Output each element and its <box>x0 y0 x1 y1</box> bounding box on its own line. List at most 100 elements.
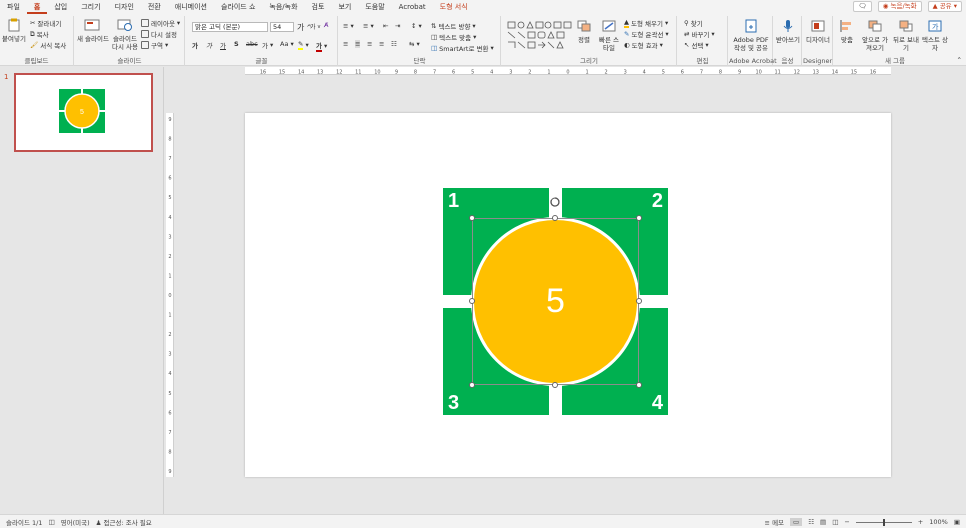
shape-outline-button[interactable]: ✎ 도형 윤곽선 ▾ <box>624 29 669 39</box>
bullets-button[interactable]: ≡ ▾ <box>343 22 354 30</box>
cut-button[interactable]: ✂ 잘라내기 <box>30 18 61 28</box>
decrease-indent-button[interactable]: ⇤ <box>383 22 388 30</box>
smartart-button[interactable]: ◫ SmartArt로 변환 ▾ <box>431 43 494 53</box>
font-size-field[interactable]: 54 <box>270 22 294 32</box>
resize-handle-w[interactable] <box>469 298 475 304</box>
paste-button[interactable]: 붙여넣기 <box>2 18 26 43</box>
resize-handle-s[interactable] <box>552 382 558 388</box>
increase-indent-button[interactable]: ⇥ <box>395 22 400 30</box>
font-shrink-button[interactable]: 가v <box>310 22 321 32</box>
resize-handle-e[interactable] <box>636 298 642 304</box>
char-spacing-button[interactable]: 가 ▾ <box>262 40 273 50</box>
section-button[interactable]: 구역 ▾ <box>141 40 168 50</box>
language-indicator[interactable]: 영어(미국) <box>61 517 90 527</box>
text-direction-button[interactable]: ⇅ 텍스트 방향 ▾ <box>431 21 476 31</box>
arrange-button[interactable]: 정렬 <box>576 19 592 44</box>
tab-12[interactable]: Acrobat <box>392 0 433 14</box>
h-ruler-tick: 8 <box>719 70 722 76</box>
resize-handle-nw[interactable] <box>469 215 475 221</box>
zoom-in-button[interactable]: + <box>918 518 923 526</box>
fit-to-window-button[interactable]: ▣ <box>954 518 960 526</box>
reset-button[interactable]: 다시 설정 <box>141 29 177 39</box>
slide-thumbnail[interactable]: 5 <box>14 73 153 152</box>
collapse-ribbon-icon[interactable]: ⌃ <box>957 56 962 64</box>
v-ruler-tick: 0 <box>168 293 171 299</box>
tab-1[interactable]: 홈 <box>26 0 48 14</box>
align-center-button[interactable]: ≡ <box>355 40 361 48</box>
find-button[interactable]: ⚲ 찾기 <box>684 18 703 28</box>
rotate-handle-icon[interactable] <box>549 196 561 208</box>
accessibility-indicator[interactable]: ♟ 접근성: 조사 필요 <box>96 517 152 527</box>
tab-9[interactable]: 검토 <box>305 0 332 14</box>
tab-11[interactable]: 도움말 <box>358 0 391 14</box>
paragraph-direction-button[interactable]: ⇆ ▾ <box>409 40 420 48</box>
line-spacing-button[interactable]: ↕ ▾ <box>411 22 422 30</box>
tab-10[interactable]: 보기 <box>331 0 358 14</box>
justify-button[interactable]: ≡ <box>379 40 384 48</box>
tab-3[interactable]: 그리기 <box>74 0 107 14</box>
strikethrough-button[interactable]: abc <box>246 40 258 48</box>
share-button[interactable]: ▲ 공유 ▾ <box>927 1 962 12</box>
select-button[interactable]: ↖ 선택 ▾ <box>684 40 709 50</box>
create-pdf-button[interactable]: Adobe PDF 작성 및 공유 <box>731 19 771 52</box>
tab-2[interactable]: 삽입 <box>47 0 74 14</box>
format-painter-button[interactable]: 🖌 서식 복사 <box>30 40 66 50</box>
zoom-out-button[interactable]: − <box>844 518 849 526</box>
shape-gallery-icon[interactable] <box>506 20 574 50</box>
resize-handle-sw[interactable] <box>469 382 475 388</box>
resize-handle-ne[interactable] <box>636 215 642 221</box>
record-button[interactable]: ◉ 녹음/녹화 <box>877 1 922 12</box>
numbering-button[interactable]: ≡ ▾ <box>363 22 374 30</box>
zoom-slider-thumb[interactable] <box>882 518 885 526</box>
tab-7[interactable]: 슬라이드 쇼 <box>214 0 262 14</box>
tab-0[interactable]: 파일 <box>0 0 27 14</box>
slide[interactable]: 1 2 3 4 5 <box>245 113 891 477</box>
h-ruler-tick: 13 <box>813 70 819 76</box>
underline-button[interactable]: 가 <box>220 40 226 50</box>
layout-button[interactable]: 레이아웃 ▾ <box>141 18 180 28</box>
align-left-button[interactable]: ≡ <box>343 40 348 48</box>
replace-button[interactable]: ⇄ 바꾸기 ▾ <box>684 29 715 39</box>
textbox-button[interactable]: 가 텍스트 상자 <box>922 19 948 52</box>
shape-fill-button[interactable]: ▲ 도형 채우기 ▾ <box>624 18 668 28</box>
change-case-button[interactable]: Aa ▾ <box>280 40 294 48</box>
bold-button[interactable]: 가 <box>192 40 198 50</box>
resize-handle-n[interactable] <box>552 215 558 221</box>
align-text-button[interactable]: ◫ 텍스트 맞춤 ▾ <box>431 32 476 42</box>
align-right-button[interactable]: ≡ <box>367 40 372 48</box>
normal-view-button[interactable]: ▭ <box>790 518 803 526</box>
bring-forward-button[interactable]: 앞으로 가져오기 <box>860 19 890 52</box>
reuse-slides-button[interactable]: 슬라이드 다시 사용 <box>111 18 139 51</box>
dictate-button[interactable]: 받아쓰기 <box>776 19 800 44</box>
copy-button[interactable]: ⧉ 복사 <box>30 29 49 40</box>
highlight-button[interactable]: ✎ ▾ <box>298 40 309 50</box>
reading-view-button[interactable]: ▤ <box>820 518 826 526</box>
tab-5[interactable]: 전환 <box>141 0 168 14</box>
slideshow-button[interactable]: ◫ <box>832 518 838 526</box>
resize-handle-se[interactable] <box>636 382 642 388</box>
quick-styles-button[interactable]: 빠른 스타일 <box>598 19 620 52</box>
zoom-slider[interactable] <box>855 518 912 526</box>
new-slide-button[interactable]: 새 슬라이드 <box>77 18 109 43</box>
shape-effects-button[interactable]: ◐ 도형 효과 ▾ <box>624 40 663 50</box>
font-name-field[interactable]: 맑은 고딕 (본문) <box>192 22 268 32</box>
tab-13[interactable]: 도형 서식 <box>433 0 475 14</box>
send-backward-button[interactable]: 뒤로 보내기 <box>892 19 920 52</box>
designer-button[interactable]: 디자이너 <box>805 19 831 44</box>
zoom-level[interactable]: 100% <box>929 518 948 526</box>
spellcheck-icon[interactable]: ◫ <box>48 518 54 526</box>
clear-format-button[interactable]: A̸ <box>324 21 328 29</box>
columns-button[interactable]: ☷ <box>391 40 397 48</box>
tab-8[interactable]: 녹음/녹화 <box>262 0 304 14</box>
tab-4[interactable]: 디자인 <box>108 0 141 14</box>
align-button[interactable]: 맞춤 <box>836 19 858 44</box>
slide-sorter-button[interactable]: ☷ <box>808 518 814 526</box>
center-circle[interactable]: 5 <box>471 217 640 386</box>
tab-6[interactable]: 애니메이션 <box>168 0 214 14</box>
italic-button[interactable]: 가 <box>206 40 212 50</box>
textbox-icon: 가 <box>928 20 942 32</box>
font-color-button[interactable]: 가 ▾ <box>316 40 327 52</box>
shadow-button[interactable]: S <box>234 40 239 48</box>
comments-button[interactable]: 🗨 <box>853 1 872 12</box>
notes-button[interactable]: ≡ 메모 <box>765 517 785 527</box>
